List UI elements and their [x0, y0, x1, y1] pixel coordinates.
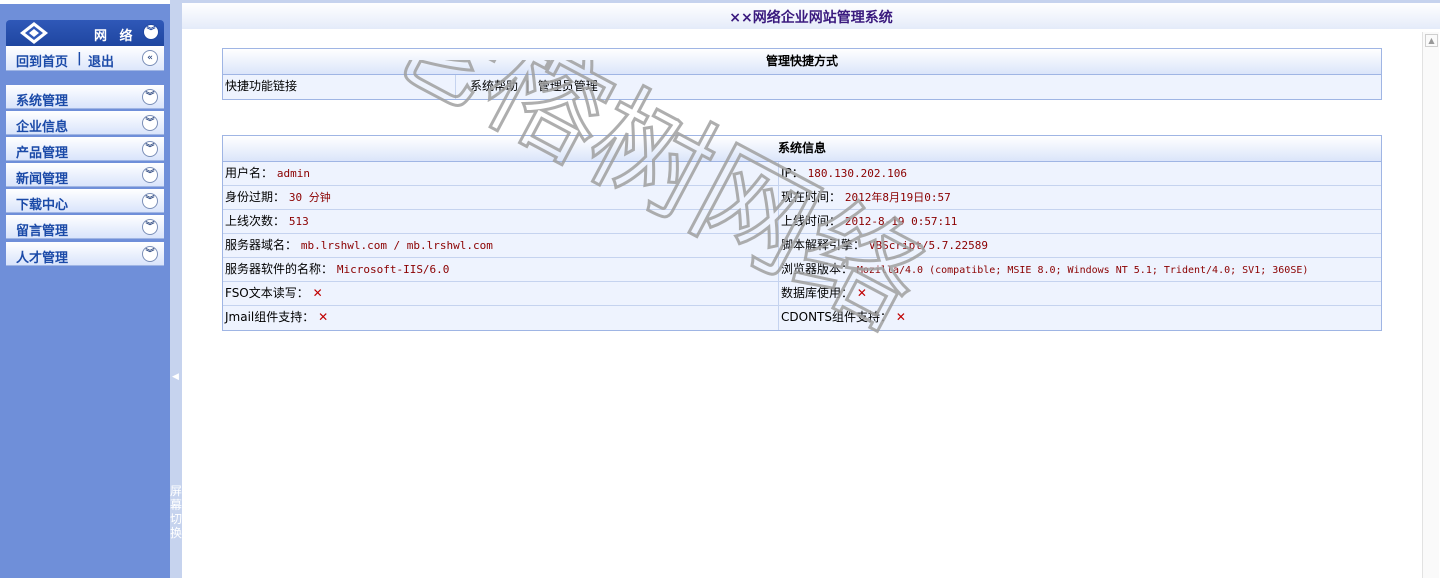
logout-link[interactable]: 退出: [88, 51, 114, 70]
quick-separator: |: [77, 51, 82, 66]
sidebar-item-downloads[interactable]: 下载中心 ︾: [6, 189, 164, 213]
info-label: 现在时间：: [781, 190, 842, 204]
sidebar-item-label: 下载中心: [16, 198, 69, 213]
info-label: 浏览器版本：: [781, 262, 854, 276]
info-value: 30 分钟: [288, 191, 331, 204]
table-row: 服务器域名： mb.lrshwl.com / mb.lrshwl.com 脚本解…: [223, 234, 1381, 258]
shortcuts-row: 快捷功能链接 系统帮助 | 管理员管理: [223, 75, 1381, 99]
info-value: Microsoft-IIS/6.0: [336, 263, 450, 276]
info-cell-left: Jmail组件支持： ✕: [223, 306, 778, 330]
info-cell-left: 服务器域名： mb.lrshwl.com / mb.lrshwl.com: [223, 234, 778, 258]
logo-text: 网 络: [94, 29, 137, 44]
help-link[interactable]: 系统帮助: [470, 79, 518, 93]
sidebar-splitter[interactable]: ◀ 屏幕切换: [170, 0, 182, 578]
info-value: Mozilla/4.0 (compatible; MSIE 8.0; Windo…: [856, 265, 1309, 276]
info-value: 2012-8-19 0:57:11: [844, 215, 958, 228]
logo-icon: [20, 22, 48, 44]
chevron-down-icon: ︾: [142, 219, 158, 235]
cross-icon: ✕: [856, 286, 867, 300]
info-label: FSO文本读写：: [225, 286, 309, 300]
chevron-left-icon[interactable]: «: [142, 50, 158, 66]
page-header: ××网络企业网站管理系统: [182, 0, 1440, 29]
info-label: 脚本解释引擎：: [781, 238, 866, 252]
sidebar-quick-links: 回到首页 | 退出 «: [6, 46, 164, 71]
info-cell-right: 上线时间： 2012-8-19 0:57:11: [778, 210, 1381, 234]
shortcuts-links: 系统帮助 | 管理员管理: [455, 75, 1381, 99]
vertical-scrollbar[interactable]: ▲: [1422, 32, 1439, 578]
screen-switch-label[interactable]: 屏幕切换: [170, 484, 182, 540]
info-label: 用户名：: [225, 166, 274, 180]
collapse-arrow-icon[interactable]: ◀: [172, 372, 179, 382]
info-value: 513: [288, 215, 309, 228]
scroll-up-icon[interactable]: ▲: [1425, 34, 1438, 47]
sidebar-logo-bar: 网 络 ︾: [6, 20, 164, 46]
table-row: 服务器软件的名称： Microsoft-IIS/6.0 浏览器版本： Mozil…: [223, 258, 1381, 282]
cross-icon: ✕: [318, 310, 329, 324]
sidebar-top-strip: [0, 0, 170, 4]
info-cell-left: 用户名： admin: [223, 162, 778, 186]
info-cell-right: 现在时间： 2012年8月19日0:57: [778, 186, 1381, 210]
link-separator: |: [525, 79, 530, 93]
home-link[interactable]: 回到首页: [16, 51, 68, 70]
sidebar-item-talent[interactable]: 人才管理 ︾: [6, 242, 164, 266]
info-cell-right: IP： 180.130.202.106: [778, 162, 1381, 186]
admin-manage-link[interactable]: 管理员管理: [538, 79, 598, 93]
info-label: IP：: [781, 166, 804, 180]
info-cell-left: 身份过期： 30 分钟: [223, 186, 778, 210]
chevron-down-icon: ︾: [142, 141, 158, 157]
chevron-down-icon: ︾: [142, 167, 158, 183]
sidebar-item-label: 新闻管理: [16, 172, 69, 187]
page-title: ××网络企业网站管理系统: [729, 10, 893, 26]
table-row: Jmail组件支持： ✕ CDONTS组件支持： ✕: [223, 306, 1381, 330]
chevron-down-icon: ︾: [142, 89, 158, 105]
info-label: 数据库使用：: [781, 286, 854, 300]
sidebar: 网 络 ︾ 回到首页 | 退出 « 系统管理 ︾ 企业信息 ︾ 产品管理 ︾ 新…: [0, 0, 170, 578]
info-value: VBScript/5.7.22589: [868, 239, 989, 252]
sidebar-item-label: 人才管理: [16, 251, 69, 266]
info-label: 服务器软件的名称：: [225, 262, 334, 276]
info-cell-right: CDONTS组件支持： ✕: [778, 306, 1381, 330]
shortcuts-title: 管理快捷方式: [223, 49, 1381, 75]
info-label: Jmail组件支持：: [225, 310, 315, 324]
chevron-down-icon[interactable]: ︾: [143, 24, 159, 40]
sysinfo-panel: 系统信息 用户名： admin IP： 180.130.202.106 身份过期…: [222, 135, 1382, 331]
admin-window: 网 络 ︾ 回到首页 | 退出 « 系统管理 ︾ 企业信息 ︾ 产品管理 ︾ 新…: [0, 0, 1440, 578]
sidebar-item-products[interactable]: 产品管理 ︾: [6, 137, 164, 161]
info-label: CDONTS组件支持：: [781, 310, 892, 324]
info-cell-left: FSO文本读写： ✕: [223, 282, 778, 306]
sidebar-item-label: 留言管理: [16, 224, 69, 239]
info-cell-left: 上线次数： 513: [223, 210, 778, 234]
shortcuts-panel: 管理快捷方式 快捷功能链接 系统帮助 | 管理员管理: [222, 48, 1382, 100]
info-label: 服务器域名：: [225, 238, 298, 252]
sidebar-item-news[interactable]: 新闻管理 ︾: [6, 163, 164, 187]
chevron-down-icon: ︾: [142, 115, 158, 131]
info-cell-right: 数据库使用： ✕: [778, 282, 1381, 306]
shortcuts-row-label: 快捷功能链接: [225, 79, 298, 93]
table-row: 身份过期： 30 分钟 现在时间： 2012年8月19日0:57: [223, 186, 1381, 210]
info-label: 身份过期：: [225, 190, 286, 204]
cross-icon: ✕: [312, 286, 323, 300]
info-value: 180.130.202.106: [807, 167, 907, 180]
sidebar-item-messages[interactable]: 留言管理 ︾: [6, 215, 164, 239]
info-cell-left: 服务器软件的名称： Microsoft-IIS/6.0: [223, 258, 778, 282]
table-row: 上线次数： 513 上线时间： 2012-8-19 0:57:11: [223, 210, 1381, 234]
info-value: 2012年8月19日0:57: [844, 191, 951, 204]
info-label: 上线次数：: [225, 214, 286, 228]
chevron-down-icon: ︾: [142, 193, 158, 209]
chevron-down-icon: ︾: [142, 246, 158, 262]
sidebar-item-label: 企业信息: [16, 120, 69, 135]
info-label: 上线时间：: [781, 214, 842, 228]
table-row: FSO文本读写： ✕ 数据库使用： ✕: [223, 282, 1381, 306]
info-value: admin: [276, 167, 310, 180]
sidebar-item-label: 产品管理: [16, 146, 69, 161]
sidebar-item-company[interactable]: 企业信息 ︾: [6, 111, 164, 135]
sidebar-item-system[interactable]: 系统管理 ︾: [6, 85, 164, 109]
info-cell-right: 脚本解释引擎： VBScript/5.7.22589: [778, 234, 1381, 258]
sysinfo-title: 系统信息: [223, 136, 1381, 162]
info-cell-right: 浏览器版本： Mozilla/4.0 (compatible; MSIE 8.0…: [778, 258, 1381, 282]
info-value: mb.lrshwl.com / mb.lrshwl.com: [300, 239, 493, 252]
cross-icon: ✕: [895, 310, 906, 324]
table-row: 用户名： admin IP： 180.130.202.106: [223, 162, 1381, 186]
sidebar-item-label: 系统管理: [16, 94, 69, 109]
